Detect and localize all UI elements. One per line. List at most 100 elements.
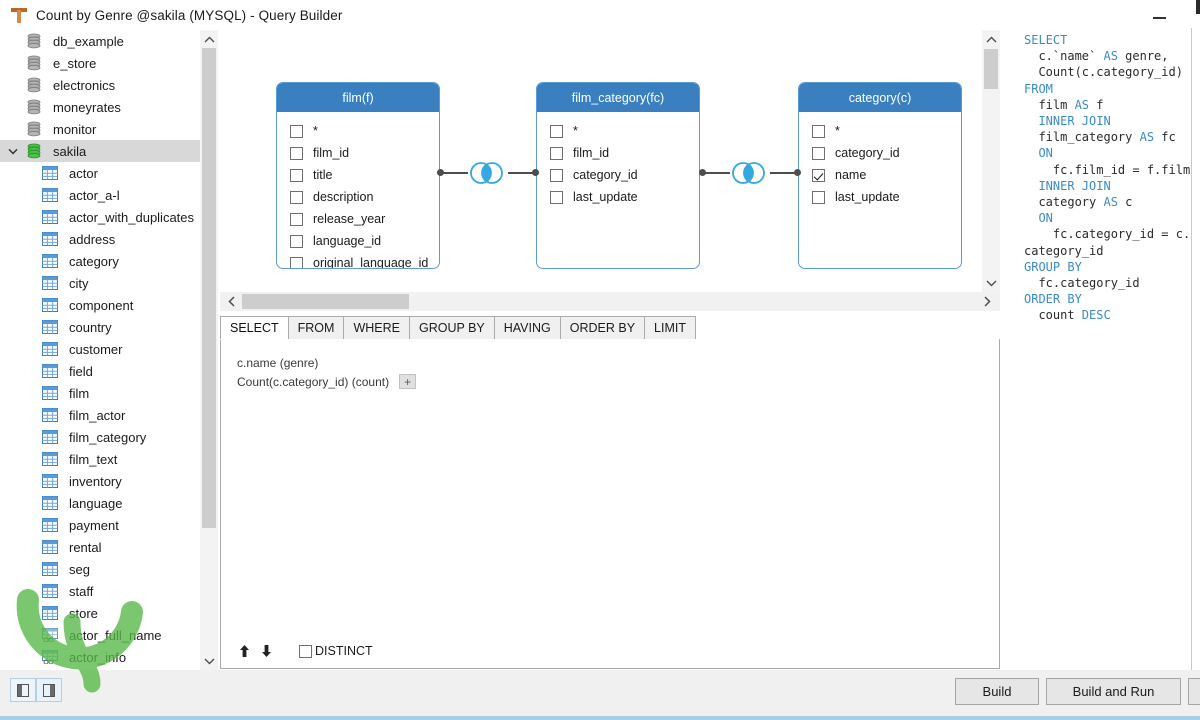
field-checkbox-*[interactable] <box>812 124 825 138</box>
tree-item-table-actor_a-l[interactable]: actor_a-l <box>0 184 200 206</box>
tree-vertical-scrollbar[interactable] <box>200 30 218 670</box>
tree-item-table-actor[interactable]: actor <box>0 162 200 184</box>
tree-item-database-moneyrates[interactable]: moneyrates <box>0 96 200 118</box>
erd-field-row[interactable]: category_id <box>799 142 961 164</box>
chevron-down-icon[interactable] <box>200 652 218 670</box>
erd-field-row[interactable]: * <box>799 120 961 142</box>
join-connector[interactable] <box>437 157 539 189</box>
erd-field-row[interactable]: last_update <box>537 186 699 208</box>
build-and-run-button[interactable]: Build and Run <box>1046 678 1181 705</box>
tree-item-table-customer[interactable]: customer <box>0 338 200 360</box>
database-tree-panel[interactable]: db_example e_store electronics moneyrates mo… <box>0 30 200 670</box>
field-checkbox-title[interactable] <box>290 168 303 182</box>
arrow-up-icon[interactable] <box>233 640 255 662</box>
tree-item-table-actor_full_name[interactable]: actor_full_name <box>0 624 200 646</box>
erd-field-row[interactable]: description <box>277 186 439 208</box>
chevron-right-icon[interactable] <box>978 292 996 311</box>
select-clause-pane[interactable]: c.name (genre) Count(c.category_id) (coun… <box>220 339 1000 669</box>
chevron-down-icon[interactable] <box>982 274 1000 292</box>
tree-item-table-staff[interactable]: staff <box>0 580 200 602</box>
diagram-vscroll-thumb[interactable] <box>984 49 998 89</box>
tree-item-database-e_store[interactable]: e_store <box>0 52 200 74</box>
tree-item-database-sakila[interactable]: sakila <box>0 140 200 162</box>
chevron-up-icon[interactable] <box>200 30 218 48</box>
erd-table-film(f)[interactable]: film(f) * film_id title description release_y… <box>276 82 440 269</box>
chevron-up-icon[interactable] <box>982 30 1000 48</box>
tree-item-table-film_actor[interactable]: film_actor <box>0 404 200 426</box>
distinct-checkbox[interactable] <box>299 644 312 658</box>
tree-scroll-thumb[interactable] <box>202 48 216 528</box>
erd-table-category(c)[interactable]: category(c) * category_id name last_update <box>798 82 962 269</box>
field-checkbox-last_update[interactable] <box>812 190 825 204</box>
select-expression-row[interactable]: Count(c.category_id) (count) + <box>237 372 999 391</box>
sql-preview-panel[interactable]: SELECT c.`name` AS genre, Count(c.catego… <box>1008 28 1192 674</box>
erd-field-row[interactable]: release_year <box>277 208 439 230</box>
panel-right-toggle-icon[interactable] <box>36 678 62 702</box>
distinct-option[interactable]: DISTINCT <box>299 644 373 658</box>
erd-field-row[interactable]: language_id <box>277 230 439 252</box>
add-expression-button[interactable]: + <box>399 374 417 389</box>
field-checkbox-last_update[interactable] <box>550 190 563 204</box>
field-checkbox-release_year[interactable] <box>290 212 303 226</box>
tree-item-database-electronics[interactable]: electronics <box>0 74 200 96</box>
tree-item-table-film_text[interactable]: film_text <box>0 448 200 470</box>
field-checkbox-*[interactable] <box>550 124 563 138</box>
clause-tab-strip[interactable]: SELECT FROM WHERE GROUP BY HAVING ORDER BY LIM… <box>220 316 1000 340</box>
tree-item-table-rental[interactable]: rental <box>0 536 200 558</box>
panel-left-toggle-icon[interactable] <box>10 678 36 702</box>
field-checkbox-film_id[interactable] <box>290 146 303 160</box>
tree-item-table-country[interactable]: country <box>0 316 200 338</box>
select-expression-list[interactable]: c.name (genre) Count(c.category_id) (coun… <box>221 339 999 391</box>
field-checkbox-*[interactable] <box>290 124 303 138</box>
tree-item-table-seg[interactable]: seg <box>0 558 200 580</box>
tree-item-table-language[interactable]: language <box>0 492 200 514</box>
diagram-horizontal-scrollbar[interactable] <box>220 292 1000 311</box>
tree-item-database-db_example[interactable]: db_example <box>0 30 200 52</box>
tree-item-database-monitor[interactable]: monitor <box>0 118 200 140</box>
extra-action-button[interactable] <box>1188 678 1200 705</box>
tree-item-table-category[interactable]: category <box>0 250 200 272</box>
erd-field-row[interactable]: category_id <box>537 164 699 186</box>
join-connector[interactable] <box>699 157 801 189</box>
erd-canvas[interactable]: film(f) * film_id title description release_y… <box>220 30 982 292</box>
field-checkbox-name[interactable] <box>812 168 825 182</box>
inner-join-venn-icon[interactable] <box>728 159 772 187</box>
tree-item-table-store[interactable]: store <box>0 602 200 624</box>
tree-item-table-address[interactable]: address <box>0 228 200 250</box>
build-button[interactable]: Build <box>955 678 1039 705</box>
erd-field-row[interactable]: last_update <box>799 186 961 208</box>
erd-field-row[interactable]: film_id <box>277 142 439 164</box>
erd-table-film_category(fc)[interactable]: film_category(fc) * film_id category_id last… <box>536 82 700 269</box>
field-checkbox-category_id[interactable] <box>812 146 825 160</box>
chevron-down-icon[interactable] <box>0 148 26 155</box>
tab-select[interactable]: SELECT <box>220 316 289 339</box>
field-checkbox-category_id[interactable] <box>550 168 563 182</box>
diagram-hscroll-thumb[interactable] <box>242 294 409 309</box>
tree-item-table-city[interactable]: city <box>0 272 200 294</box>
erd-field-row[interactable]: title <box>277 164 439 186</box>
tree-item-table-component[interactable]: component <box>0 294 200 316</box>
field-checkbox-description[interactable] <box>290 190 303 204</box>
field-checkbox-original_language_id[interactable] <box>290 256 303 268</box>
minimize-button[interactable] <box>1136 0 1182 30</box>
tree-item-table-film_category[interactable]: film_category <box>0 426 200 448</box>
erd-field-row[interactable]: * <box>537 120 699 142</box>
tree-item-table-inventory[interactable]: inventory <box>0 470 200 492</box>
field-checkbox-film_id[interactable] <box>550 146 563 160</box>
panel-toggle-group[interactable] <box>10 678 62 702</box>
erd-field-row[interactable]: film_id <box>537 142 699 164</box>
tab-limit[interactable]: LIMIT <box>644 316 696 339</box>
tab-having[interactable]: HAVING <box>493 316 561 339</box>
arrow-down-icon[interactable] <box>255 640 277 662</box>
tree-item-table-payment[interactable]: payment <box>0 514 200 536</box>
tab-from[interactable]: FROM <box>287 316 345 339</box>
tree-item-table-actor_info[interactable]: actor_info <box>0 646 200 668</box>
tab-group-by[interactable]: GROUP BY <box>408 316 495 339</box>
tree-item-table-field[interactable]: field <box>0 360 200 382</box>
select-expression-row[interactable]: c.name (genre) <box>237 353 999 372</box>
erd-field-row[interactable]: name <box>799 164 961 186</box>
inner-join-venn-icon[interactable] <box>466 159 510 187</box>
tab-where[interactable]: WHERE <box>343 316 410 339</box>
tab-order-by[interactable]: ORDER BY <box>559 316 646 339</box>
tree-item-table-film[interactable]: film <box>0 382 200 404</box>
